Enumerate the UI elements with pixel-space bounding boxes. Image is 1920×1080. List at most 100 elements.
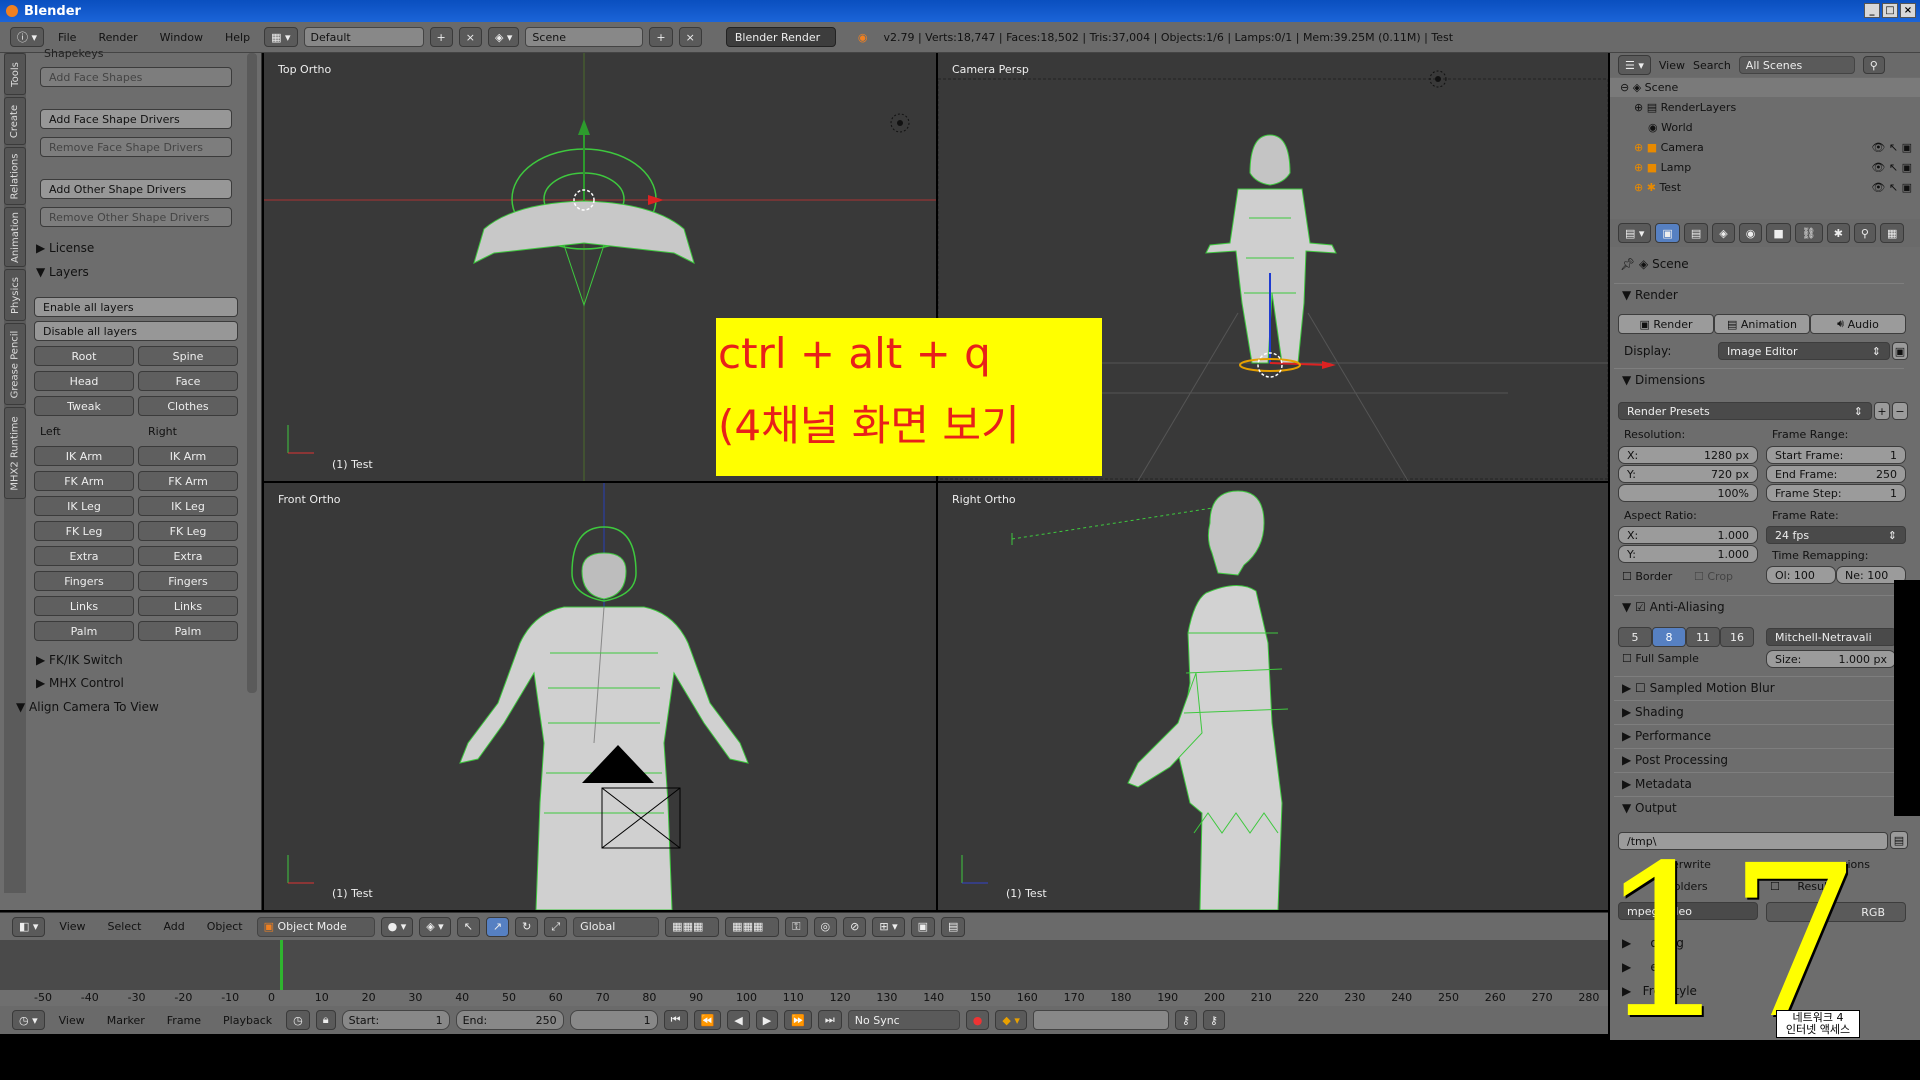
- snap-icon[interactable]: ⊘: [843, 916, 867, 937]
- active-keying-set-field[interactable]: [1032, 1010, 1169, 1030]
- fkik-switch-panel-header[interactable]: ▶ FK/IK Switch: [36, 653, 123, 667]
- render-button[interactable]: ▣ Render: [1618, 314, 1714, 334]
- interaction-mode-selector[interactable]: ▣ Object Mode: [256, 916, 375, 937]
- transform-orientation-selector[interactable]: Global: [573, 916, 660, 937]
- resolution-x-field[interactable]: X: 1280 px: [1618, 446, 1758, 464]
- editor-type-outliner-icon[interactable]: ☰ ▾: [1618, 55, 1651, 75]
- add-face-shape-drivers-button[interactable]: Add Face Shape Drivers: [40, 109, 232, 129]
- render-context-icon[interactable]: ▣: [1655, 223, 1680, 243]
- timeline-menu-marker[interactable]: Marker: [99, 1014, 153, 1027]
- frame-step-field[interactable]: Frame Step: 1: [1766, 484, 1906, 502]
- scene-layers-icon[interactable]: ▦▦▦: [665, 916, 720, 937]
- display-toggle-icon[interactable]: ▣: [1892, 342, 1908, 360]
- menu-render[interactable]: Render: [90, 31, 145, 44]
- resolution-percentage-field[interactable]: 100%: [1618, 484, 1758, 502]
- menu-object[interactable]: Object: [199, 920, 251, 933]
- outliner-row-scene[interactable]: ⊖ ◈ Scene: [1610, 78, 1920, 97]
- render-engine-selector[interactable]: Blender Render: [725, 27, 836, 47]
- lock-range-icon[interactable]: 🔒︎: [315, 1010, 336, 1030]
- right-links-button[interactable]: Links: [138, 596, 238, 616]
- pivot-point-icon[interactable]: ◈ ▾: [419, 916, 451, 937]
- tab-create[interactable]: Create: [4, 97, 26, 145]
- layer-head-button[interactable]: Head: [34, 371, 134, 391]
- end-frame-field[interactable]: End: 250: [455, 1010, 564, 1030]
- remove-preset-button[interactable]: −: [1892, 402, 1908, 420]
- start-frame-field-props[interactable]: Start Frame: 1: [1766, 446, 1906, 464]
- right-ik-arm-button[interactable]: IK Arm: [138, 446, 238, 466]
- post-processing-panel-header[interactable]: ▶ Post Processing: [1614, 748, 1904, 770]
- outliner-row-renderlayers[interactable]: ⊕ ▤ RenderLayers: [1610, 98, 1920, 117]
- data-context-icon[interactable]: ✱: [1826, 223, 1850, 243]
- right-fingers-button[interactable]: Fingers: [138, 571, 238, 591]
- current-frame-marker[interactable]: [280, 940, 283, 990]
- tool-shelf-scrollbar[interactable]: [247, 53, 257, 693]
- aa-size-field[interactable]: Size: 1.000 px: [1766, 650, 1896, 668]
- left-ik-arm-button[interactable]: IK Arm: [34, 446, 134, 466]
- aspect-y-field[interactable]: Y: 1.000: [1618, 545, 1758, 563]
- manipulator-icon[interactable]: ↖: [456, 916, 480, 937]
- editor-type-timeline-icon[interactable]: ◷ ▾: [12, 1010, 45, 1030]
- menu-help[interactable]: Help: [217, 31, 258, 44]
- menu-file[interactable]: File: [50, 31, 84, 44]
- layer-spine-button[interactable]: Spine: [138, 346, 238, 366]
- dimensions-panel-header[interactable]: ▼ Dimensions: [1614, 368, 1904, 390]
- render-animation-icon[interactable]: ▤: [941, 916, 966, 937]
- texture-context-icon[interactable]: ▦: [1879, 223, 1905, 243]
- add-layout-button[interactable]: +: [429, 27, 453, 47]
- delete-keyframe-icon[interactable]: ⚷: [1202, 1010, 1225, 1030]
- full-sample-checkbox[interactable]: ☐ Full Sample: [1622, 652, 1699, 665]
- shading-panel-header[interactable]: ▶ Shading: [1614, 700, 1904, 722]
- play-reverse-icon[interactable]: ◀: [727, 1010, 750, 1030]
- scene-selector[interactable]: Scene: [525, 27, 644, 47]
- sync-mode-selector[interactable]: No Sync: [847, 1010, 960, 1030]
- add-preset-button[interactable]: +: [1874, 402, 1890, 420]
- aa-samples-11[interactable]: 11: [1686, 627, 1720, 647]
- tab-physics[interactable]: Physics: [4, 269, 26, 321]
- tab-mhx2-runtime[interactable]: MHX2 Runtime: [4, 407, 26, 499]
- outliner-row-camera[interactable]: ⊕ ■ Camera 👁︎ ↖ ▣: [1610, 138, 1920, 157]
- display-selector[interactable]: Image Editor ⇕: [1718, 342, 1890, 360]
- tab-animation[interactable]: Animation: [4, 207, 26, 267]
- resolution-y-field[interactable]: Y: 720 px: [1618, 465, 1758, 483]
- current-frame-field[interactable]: 1: [569, 1010, 658, 1030]
- remove-face-shape-drivers-button[interactable]: Remove Face Shape Drivers: [40, 137, 232, 157]
- right-extra-button[interactable]: Extra: [138, 546, 238, 566]
- add-scene-button[interactable]: +: [649, 27, 673, 47]
- left-fingers-button[interactable]: Fingers: [34, 571, 134, 591]
- right-fk-arm-button[interactable]: FK Arm: [138, 471, 238, 491]
- aspect-x-field[interactable]: X: 1.000: [1618, 526, 1758, 544]
- jump-start-icon[interactable]: ⏮: [663, 1010, 688, 1030]
- layer-tweak-button[interactable]: Tweak: [34, 396, 134, 416]
- tab-grease-pencil[interactable]: Grease Pencil: [4, 323, 26, 405]
- object-context-icon[interactable]: ■: [1766, 223, 1791, 243]
- snap-element-icon[interactable]: ⊞ ▾: [872, 916, 905, 937]
- layout-selector[interactable]: Default: [303, 27, 424, 47]
- remove-scene-button[interactable]: ×: [678, 27, 702, 47]
- right-ik-leg-button[interactable]: IK Leg: [138, 496, 238, 516]
- scene-context-icon[interactable]: ◈: [1712, 223, 1735, 243]
- record-icon[interactable]: ●: [965, 1010, 990, 1030]
- screen-layout-icon[interactable]: ▦ ▾: [264, 27, 298, 47]
- aa-samples-16[interactable]: 16: [1720, 627, 1754, 647]
- animation-button[interactable]: ▤ Animation: [1714, 314, 1810, 334]
- layers-panel-header[interactable]: ▼ Layers: [36, 265, 89, 279]
- aa-filter-selector[interactable]: Mitchell-Netravali: [1766, 628, 1896, 646]
- layer-grid-icon[interactable]: ▦▦▦: [725, 916, 780, 937]
- menu-view[interactable]: View: [51, 920, 93, 933]
- start-frame-field[interactable]: Start: 1: [341, 1010, 450, 1030]
- remove-layout-button[interactable]: ×: [458, 27, 482, 47]
- right-palm-button[interactable]: Palm: [138, 621, 238, 641]
- render-panel-header[interactable]: ▼ Render: [1614, 283, 1904, 305]
- timeline-ruler[interactable]: -50 -40 -30 -20 -10 0 10 20 30 40 50 60 70 80 90 100 110…: [0, 990, 1608, 1006]
- scene-icon[interactable]: ◈ ▾: [487, 27, 520, 47]
- editor-type-properties-icon[interactable]: ▤ ▾: [1618, 223, 1652, 243]
- outliner-display-mode[interactable]: All Scenes: [1738, 56, 1855, 74]
- enable-all-layers-button[interactable]: Enable all layers: [34, 297, 238, 317]
- end-frame-field-props[interactable]: End Frame: 250: [1766, 465, 1906, 483]
- viewport-right-ortho[interactable]: Right Ortho (1) Test: [938, 483, 1608, 910]
- timeline-menu-view[interactable]: View: [51, 1014, 93, 1027]
- frame-rate-selector[interactable]: 24 fps ⇕: [1766, 526, 1906, 544]
- crop-checkbox[interactable]: ☐ Crop: [1694, 570, 1733, 583]
- editor-type-info-icon[interactable]: ⓘ ▾: [10, 27, 45, 47]
- left-palm-button[interactable]: Palm: [34, 621, 134, 641]
